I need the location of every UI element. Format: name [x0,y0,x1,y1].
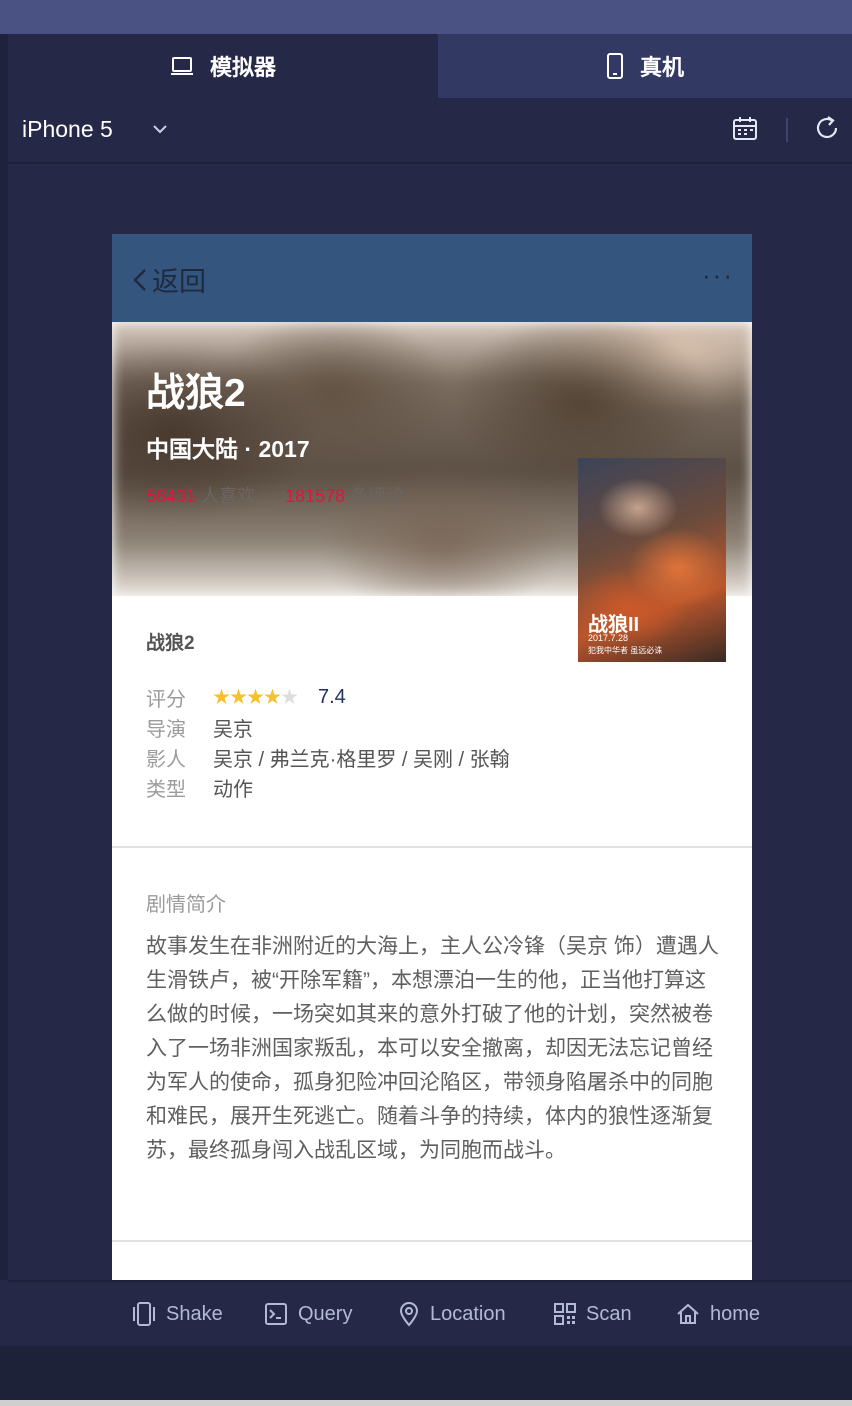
scan-label: Scan [586,1302,632,1325]
home-icon [677,1303,699,1324]
rating-stars [213,688,298,706]
genre-label: 类型 [146,778,186,801]
director-value: 吴京 [213,718,253,741]
chevron-down-icon[interactable] [152,122,168,140]
location-button[interactable]: Location [398,1282,506,1346]
genre-row: 类型 动作 [146,772,510,802]
movie-stats: 58431 人喜欢 181578 条评论 [146,482,404,508]
refresh-icon[interactable] [814,114,842,147]
star-icon [230,688,247,704]
horizontal-scrollbar[interactable] [0,1400,852,1406]
tab-device[interactable]: 真机 [438,34,852,98]
star-icon [213,688,230,704]
query-button[interactable]: Query [264,1282,352,1346]
home-label: home [710,1302,761,1325]
cast-value: 吴京 / 弗兰克·格里罗 / 吴刚 / 张翰 [213,748,510,771]
tab-device-label: 真机 [639,55,684,80]
director-row: 导演 吴京 [146,712,510,742]
likes-count: 58431 [146,486,197,506]
app-navbar: 返回 ··· [112,234,752,322]
simulator-action-bar: Shake Query Location Scan home [8,1280,852,1348]
cast-row: 影人 吴京 / 弗兰克·格里罗 / 吴刚 / 张翰 [146,742,510,772]
back-button[interactable]: 返回 [132,260,206,299]
section-divider [112,1240,752,1242]
window-footer [0,1346,852,1406]
movie-info-rows: 评分 7.4 导演 吴京 影人 吴京 / 弗兰克·格里罗 / 吴刚 / 张翰 类… [146,682,510,802]
toolbar-separator [786,118,788,142]
movie-poster[interactable]: 战狼II 2017.7.28 犯我中华者 虽远必诛 [578,458,726,662]
movie-region-year: 中国大陆 · 2017 [146,436,310,462]
star-icon [264,688,281,704]
phone-screen: 返回 ··· 战狼2 中国大陆 · 2017 58431 人喜欢 181578 … [112,234,752,1280]
poster-date: 2017.7.28 [588,633,629,643]
mode-tabs: 模拟器 真机 [8,34,852,98]
plot-heading: 剧情简介 [146,894,226,916]
rating-row: 评分 7.4 [146,682,510,712]
qr-code-icon [554,1303,576,1325]
chevron-left-icon [133,268,146,291]
rating-label: 评分 [146,688,186,711]
comments-label: 条评论 [350,486,405,506]
shake-label: Shake [166,1302,223,1325]
comments-count: 181578 [285,486,346,506]
window-top-strip [0,0,852,34]
rating-value: 7.4 [318,685,346,708]
genre-value: 动作 [213,778,253,801]
shake-icon [133,1302,155,1326]
movie-name: 战狼2 [146,633,195,654]
movie-title: 战狼2 [146,372,246,415]
tab-simulator-label: 模拟器 [209,55,276,80]
section-divider [112,846,752,848]
back-label: 返回 [152,267,206,297]
location-label: Location [430,1302,506,1325]
laptop-icon [170,55,194,77]
query-label: Query [298,1302,353,1325]
shake-button[interactable]: Shake [132,1282,223,1346]
poster-tagline: 犯我中华者 虽远必诛 [588,646,663,655]
star-icon [247,688,264,704]
plot-text: 故事发生在非洲附近的大海上，主人公冷锋（吴京 饰）遭遇人生滑铁卢，被“开除军籍”… [146,935,719,1162]
phone-icon [606,53,624,79]
window-left-edge [0,34,8,1280]
star-empty-icon [281,688,298,704]
location-pin-icon [399,1302,419,1327]
device-select[interactable]: iPhone 5 [22,116,113,143]
terminal-icon [265,1303,287,1325]
cast-label: 影人 [146,748,186,771]
calendar-icon[interactable] [732,116,758,147]
device-toolbar: iPhone 5 [8,98,852,164]
scan-button[interactable]: Scan [554,1282,632,1346]
director-label: 导演 [146,718,186,741]
home-button[interactable]: home [676,1282,760,1346]
more-icon[interactable]: ··· [702,260,734,291]
tab-simulator[interactable]: 模拟器 [8,34,438,98]
likes-label: 人喜欢 [201,486,256,506]
